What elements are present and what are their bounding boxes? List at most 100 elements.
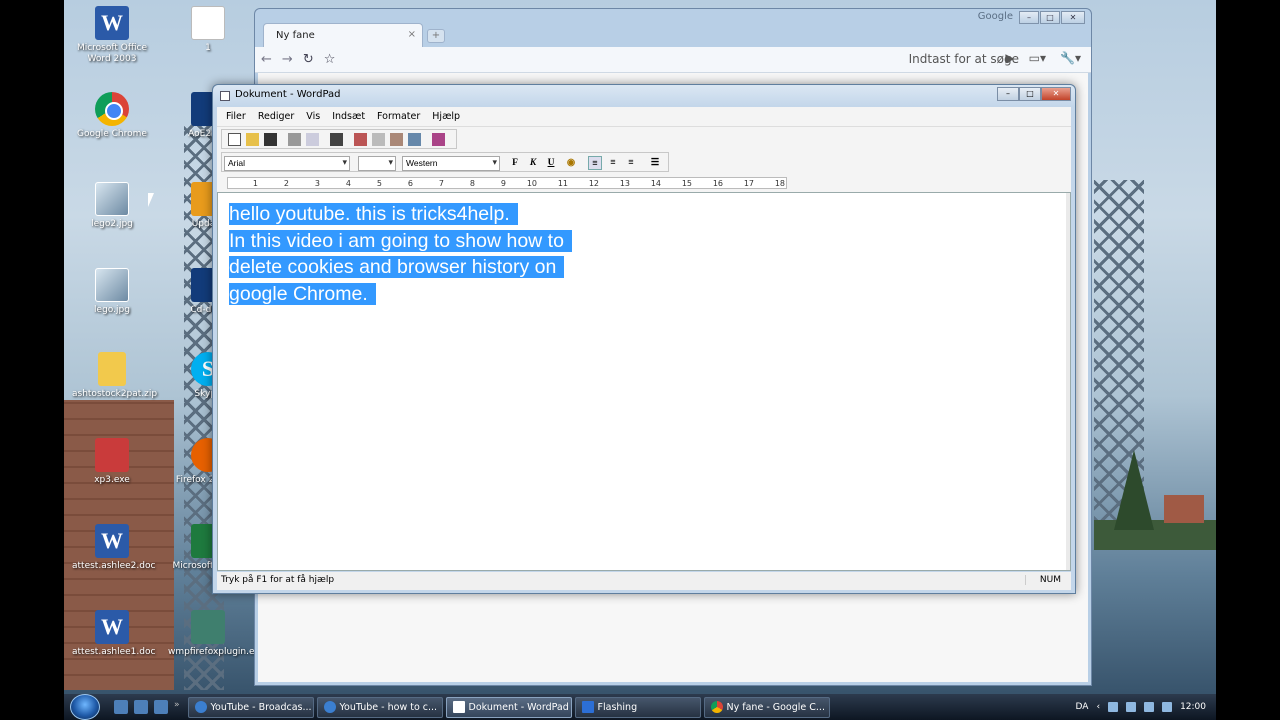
font-name-select[interactable]: Arial bbox=[224, 156, 350, 171]
go-icon[interactable]: ▶ bbox=[1005, 51, 1014, 65]
undo-icon[interactable] bbox=[408, 132, 421, 146]
ruler-mark: 17 bbox=[743, 178, 754, 188]
chrome-toolbar: ← → ↻ ☆ Indtast for at søge ▶ ▭▾ 🔧▾ bbox=[255, 47, 1091, 73]
switch-windows-icon[interactable] bbox=[154, 700, 168, 714]
cut-icon[interactable] bbox=[354, 132, 367, 146]
desktop: W Microsoft Office Word 2003 1 Google Ch… bbox=[64, 0, 1216, 720]
minimize-icon[interactable]: – bbox=[1019, 11, 1039, 24]
copy-icon[interactable] bbox=[372, 132, 385, 146]
insert-datetime-icon[interactable] bbox=[432, 132, 445, 146]
task-flashing[interactable]: Flashing bbox=[574, 696, 701, 718]
task-wordpad[interactable]: Dokument - WordPad bbox=[445, 696, 572, 718]
font-size-select[interactable] bbox=[358, 156, 396, 171]
ruler[interactable]: 1 2 3 4 5 6 7 8 9 10 11 12 13 14 15 16 17 18 bbox=[217, 174, 1071, 192]
ruler-mark: 8 bbox=[469, 178, 475, 188]
network-icon[interactable] bbox=[1144, 702, 1155, 712]
language-indicator[interactable]: DA bbox=[1076, 702, 1089, 712]
paste-icon[interactable] bbox=[390, 132, 403, 146]
wordpad-titlebar[interactable]: Dokument - WordPad – □ ✕ bbox=[213, 85, 1075, 107]
bold-button[interactable]: F bbox=[508, 156, 522, 170]
tab-ny-fane[interactable]: Ny fane × bbox=[263, 23, 423, 47]
ruler-mark: 12 bbox=[588, 178, 599, 188]
menu-hjaelp[interactable]: Hjælp bbox=[426, 111, 466, 122]
tray-app-icon[interactable] bbox=[1126, 702, 1137, 712]
desktop-icon-lego[interactable]: lego.jpg bbox=[72, 268, 152, 316]
tray-app-icon[interactable] bbox=[1108, 702, 1119, 712]
ruler-mark: 2 bbox=[283, 178, 289, 188]
document-line[interactable]: delete cookies and browser history on bbox=[229, 254, 572, 281]
task-label: Dokument - WordPad bbox=[468, 701, 569, 713]
color-icon[interactable]: ◉ bbox=[564, 156, 578, 170]
document-line[interactable]: In this video i am going to show how to bbox=[229, 228, 572, 255]
chrome-titlebar[interactable]: Google – □ ✕ Ny fane × + bbox=[255, 9, 1091, 47]
desktop-icon-attest-1[interactable]: W attest.ashlee1.doc bbox=[72, 610, 155, 658]
close-icon[interactable]: ✕ bbox=[1041, 87, 1071, 101]
zip-folder-icon bbox=[98, 352, 126, 386]
ie-icon[interactable] bbox=[134, 700, 148, 714]
document-text[interactable]: hello youtube. this is tricks4help. In th… bbox=[229, 201, 572, 307]
desktop-icon-xp3[interactable]: xp3.exe bbox=[72, 438, 152, 486]
task-chrome[interactable]: Ny fane - Google C... bbox=[703, 696, 830, 718]
maximize-icon[interactable]: □ bbox=[1019, 87, 1041, 101]
maximize-icon[interactable]: □ bbox=[1040, 11, 1060, 24]
close-icon[interactable]: ✕ bbox=[1061, 11, 1085, 24]
open-folder-icon[interactable] bbox=[246, 132, 259, 146]
bullets-icon[interactable]: ☰ bbox=[648, 156, 662, 170]
omnibox-hint[interactable]: Indtast for at søge bbox=[909, 52, 1019, 66]
standard-toolbar bbox=[217, 126, 1071, 150]
quick-launch-more-icon[interactable]: » bbox=[174, 700, 180, 714]
desktop-icon-word-2003[interactable]: W Microsoft Office Word 2003 bbox=[72, 6, 152, 65]
volume-icon[interactable] bbox=[1162, 702, 1173, 712]
align-right-icon[interactable]: ≡ bbox=[624, 156, 638, 170]
new-tab-button[interactable]: + bbox=[427, 29, 445, 43]
document-scrollbar[interactable] bbox=[1066, 193, 1070, 570]
page-menu-icon[interactable]: ▭▾ bbox=[1029, 51, 1046, 65]
start-button-icon[interactable] bbox=[70, 694, 100, 720]
save-icon[interactable] bbox=[264, 132, 277, 146]
word-doc-icon: W bbox=[95, 610, 129, 644]
desktop-icon-file-1[interactable]: 1 bbox=[168, 6, 248, 54]
menu-filer[interactable]: Filer bbox=[220, 111, 252, 122]
quick-launch: » bbox=[114, 700, 180, 714]
print-preview-icon[interactable] bbox=[306, 132, 319, 146]
wrench-icon[interactable]: 🔧▾ bbox=[1060, 51, 1081, 65]
tray-expand-icon[interactable]: ‹ bbox=[1096, 702, 1100, 712]
forward-icon[interactable]: → bbox=[282, 52, 293, 67]
print-icon[interactable] bbox=[288, 132, 301, 146]
show-desktop-icon[interactable] bbox=[114, 700, 128, 714]
reload-icon[interactable]: ↻ bbox=[303, 52, 314, 67]
underline-button[interactable]: U bbox=[544, 156, 558, 170]
desktop-icon-lego2[interactable]: lego2.jpg bbox=[72, 182, 152, 230]
align-left-icon[interactable]: ≡ bbox=[588, 156, 602, 170]
menu-rediger[interactable]: Rediger bbox=[252, 111, 300, 122]
new-document-icon[interactable] bbox=[228, 132, 241, 146]
script-select[interactable]: Western bbox=[402, 156, 500, 171]
task-youtube-howto[interactable]: YouTube - how to c... bbox=[316, 696, 443, 718]
format-toolbar-group: Arial Western F K U ◉ ≡ ≡ ≡ ☰ bbox=[221, 152, 669, 172]
back-icon[interactable]: ← bbox=[261, 52, 272, 67]
find-icon[interactable] bbox=[330, 132, 343, 146]
ruler-mark: 9 bbox=[500, 178, 506, 188]
italic-button[interactable]: K bbox=[526, 156, 540, 170]
status-num-indicator: NUM bbox=[1024, 575, 1061, 585]
menu-indsaet[interactable]: Indsæt bbox=[326, 111, 371, 122]
selected-text: hello youtube. this is tricks4help. bbox=[229, 203, 518, 225]
tab-close-icon[interactable]: × bbox=[408, 29, 416, 40]
minimize-icon[interactable]: – bbox=[997, 87, 1019, 101]
document-area[interactable]: hello youtube. this is tricks4help. In th… bbox=[217, 192, 1071, 571]
task-youtube-broadcast[interactable]: YouTube - Broadcas... bbox=[187, 696, 314, 718]
desktop-icon-wmp-plugin[interactable]: wmpfirefoxplugin.exe bbox=[168, 610, 265, 658]
document-line[interactable]: google Chrome. bbox=[229, 281, 572, 308]
star-icon[interactable]: ☆ bbox=[324, 52, 336, 67]
wordpad-window[interactable]: Dokument - WordPad – □ ✕ Filer Rediger V… bbox=[212, 84, 1076, 594]
desktop-icon-zip[interactable]: ashtostock2pat.zip bbox=[72, 352, 157, 400]
ruler-mark: 14 bbox=[650, 178, 661, 188]
menu-formater[interactable]: Formater bbox=[371, 111, 426, 122]
desktop-icon-google-chrome[interactable]: Google Chrome bbox=[72, 92, 152, 140]
align-center-icon[interactable]: ≡ bbox=[606, 156, 620, 170]
ruler-mark: 7 bbox=[438, 178, 444, 188]
clock[interactable]: 12:00 bbox=[1180, 702, 1206, 712]
document-line[interactable]: hello youtube. this is tricks4help. bbox=[229, 201, 572, 228]
menu-vis[interactable]: Vis bbox=[300, 111, 326, 122]
desktop-icon-attest-2[interactable]: W attest.ashlee2.doc bbox=[72, 524, 155, 572]
